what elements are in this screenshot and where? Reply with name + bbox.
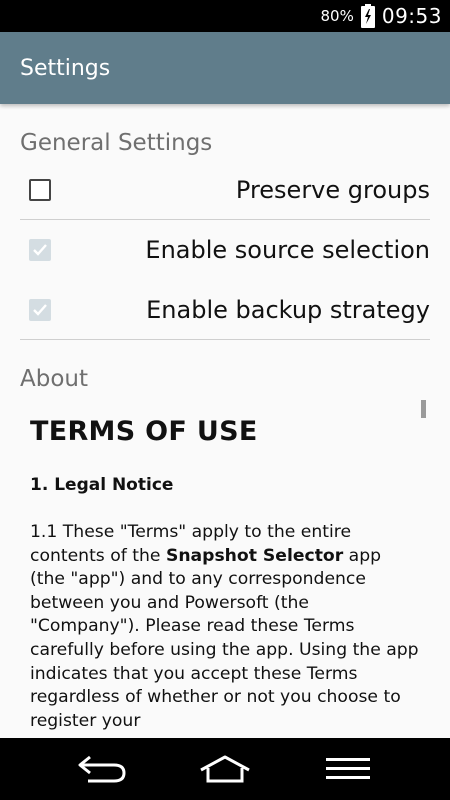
scrollbar[interactable]: [421, 400, 426, 418]
terms-section-title: 1. Legal Notice: [30, 475, 174, 495]
preference-enable-backup-strategy[interactable]: Enable backup strategy: [20, 280, 430, 340]
home-button[interactable]: [190, 744, 260, 794]
checkmark-icon: [33, 304, 47, 316]
menu-icon: [326, 758, 371, 779]
terms-paragraph-suffix: app (the "app") and to any correspondenc…: [30, 545, 419, 731]
enable-source-selection-checkbox[interactable]: [29, 239, 51, 261]
menu-button[interactable]: [313, 744, 383, 794]
terms-app-name: Snapshot Selector: [165, 545, 344, 566]
enable-backup-strategy-label: Enable backup strategy: [146, 296, 430, 324]
about-header: About: [20, 366, 89, 392]
preserve-groups-label: Preserve groups: [235, 176, 430, 204]
enable-backup-strategy-checkbox[interactable]: [29, 299, 51, 321]
terms-title: TERMS OF USE: [30, 416, 258, 447]
settings-list[interactable]: General Settings Preserve groups Enable …: [0, 104, 450, 738]
checkmark-icon: [33, 244, 47, 256]
app-bar: Settings: [0, 32, 450, 104]
home-icon: [200, 755, 250, 783]
back-button[interactable]: [67, 744, 137, 794]
preference-preserve-groups[interactable]: Preserve groups: [20, 160, 430, 220]
preserve-groups-checkbox[interactable]: [29, 179, 51, 201]
back-icon: [78, 755, 126, 783]
battery-percent: 80%: [320, 7, 354, 25]
navigation-bar: [0, 738, 450, 800]
terms-of-use[interactable]: TERMS OF USE 1. Legal Notice 1.1 These "…: [30, 416, 420, 733]
divider: [20, 339, 430, 340]
battery-charging-icon: [360, 4, 376, 28]
preference-enable-source-selection[interactable]: Enable source selection: [20, 220, 430, 280]
page-title: Settings: [20, 55, 111, 81]
clock: 09:53: [381, 4, 442, 28]
enable-source-selection-label: Enable source selection: [145, 236, 430, 264]
status-bar: 80% 09:53: [0, 0, 450, 32]
general-settings-header: General Settings: [20, 130, 213, 156]
terms-paragraph: 1.1 These "Terms" apply to the entire co…: [30, 521, 420, 733]
